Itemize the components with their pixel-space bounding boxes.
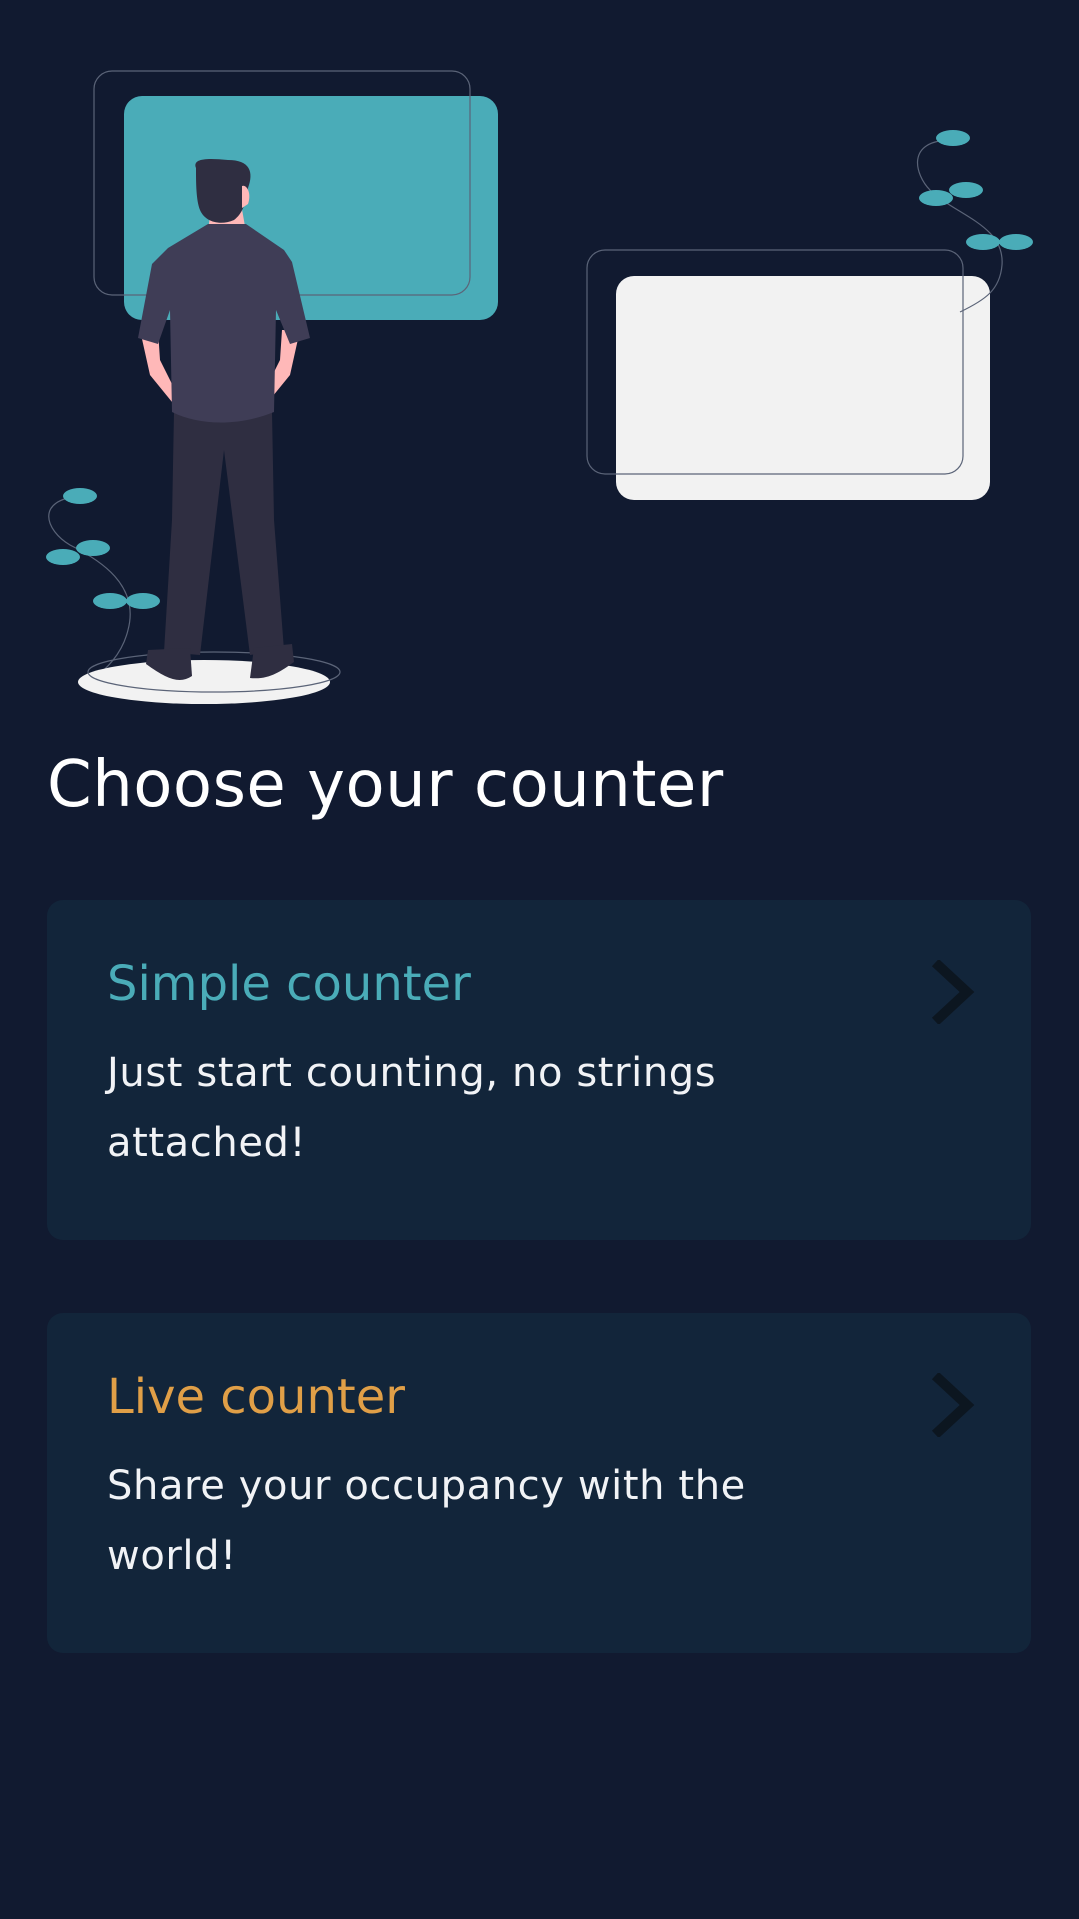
simple-counter-description: Just start counting, no strings attached… — [107, 1050, 717, 1166]
live-counter-title: Live counter — [107, 1369, 405, 1425]
chevron-right-icon — [931, 1373, 975, 1437]
page-title: Choose your counter — [47, 748, 724, 822]
light-screen-panel — [586, 249, 990, 500]
chevron-right-icon — [931, 960, 975, 1024]
plant-left-decoration — [46, 488, 160, 681]
floor-disc — [78, 651, 341, 704]
simple-counter-card[interactable]: Simple counter Just start counting, no s… — [47, 900, 1031, 1240]
simple-counter-title: Simple counter — [107, 956, 471, 1012]
live-counter-card[interactable]: Live counter Share your occupancy with t… — [47, 1313, 1031, 1653]
hero-illustration — [46, 70, 1033, 704]
live-counter-description: Share your occupancy with the world! — [107, 1463, 746, 1579]
